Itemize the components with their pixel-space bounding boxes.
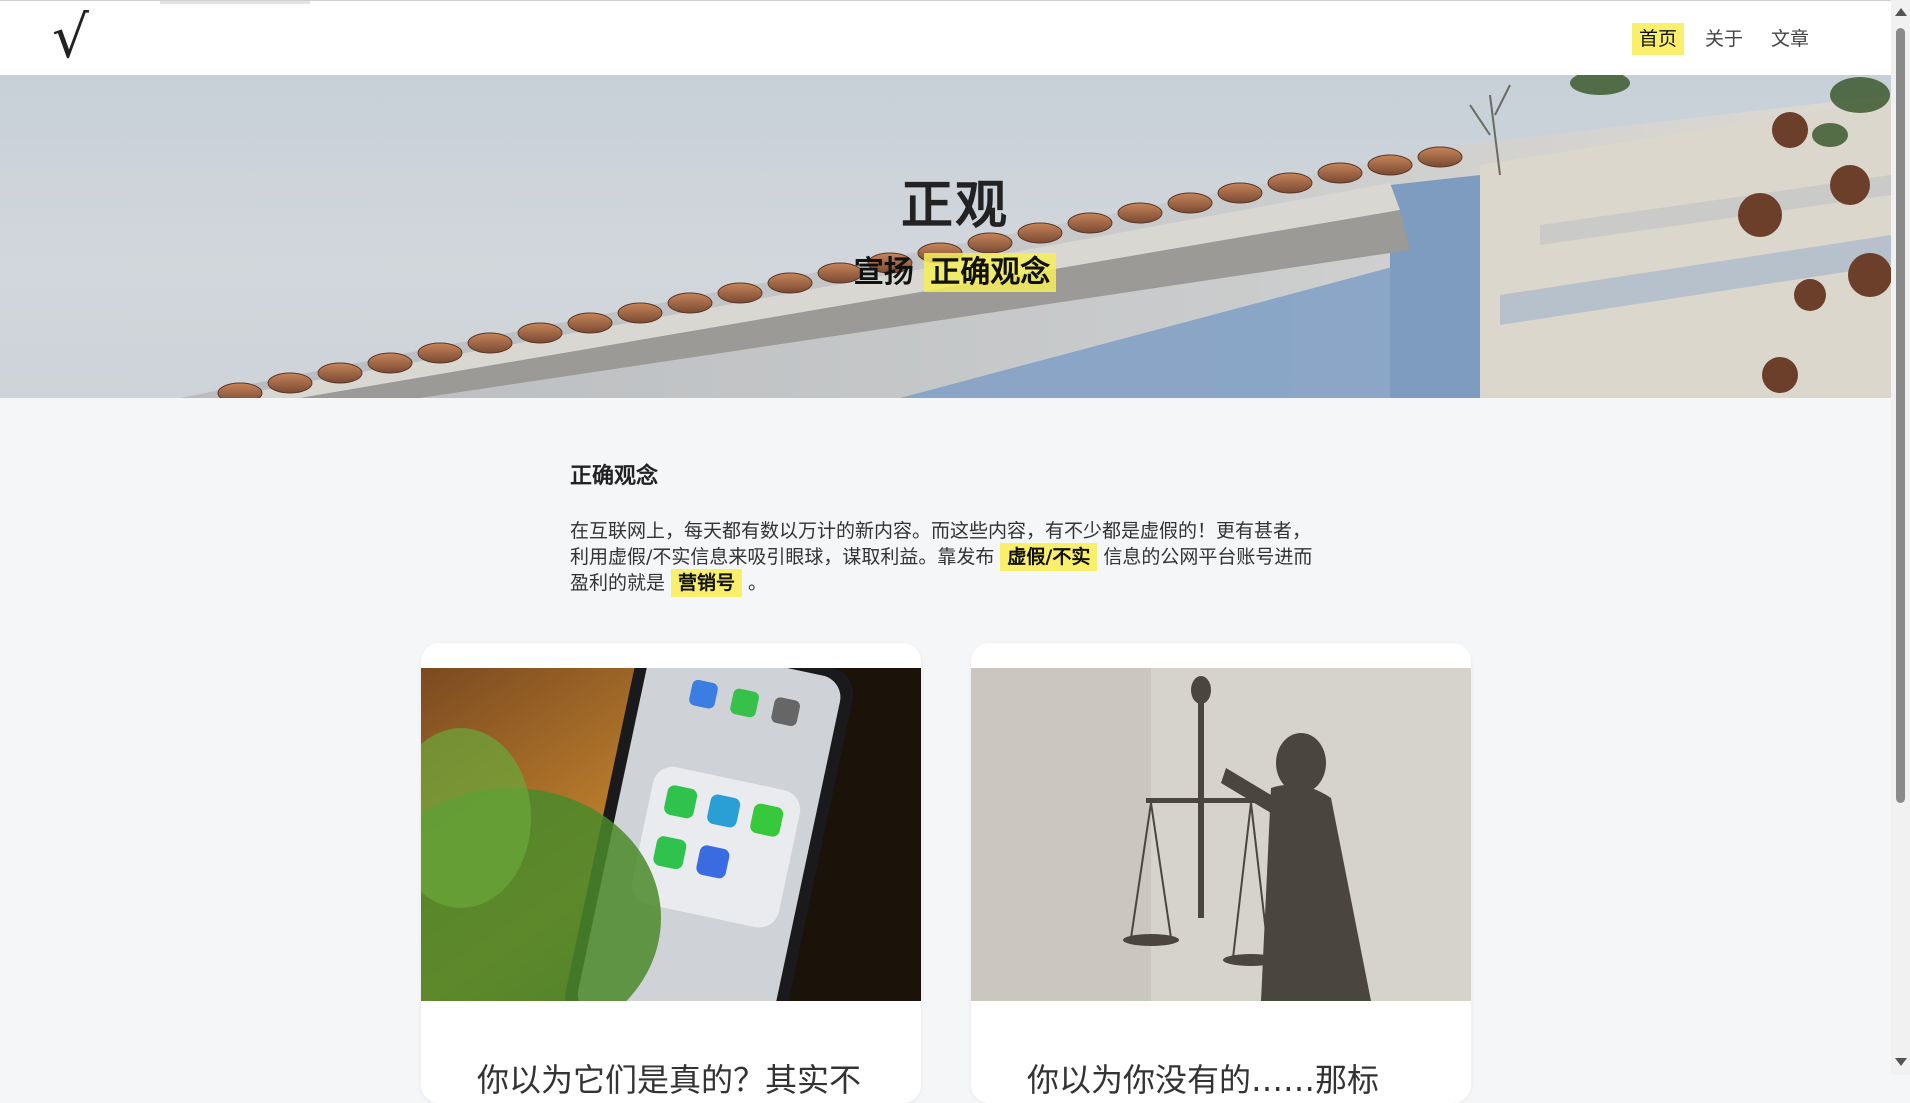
nav-about[interactable]: 关于 (1698, 23, 1750, 55)
loading-indicator (160, 1, 310, 4)
hero-subtitle: 宣扬 正确观念 (0, 247, 1891, 292)
scroll-up-icon[interactable] (1895, 8, 1907, 16)
nav-articles[interactable]: 文章 (1764, 23, 1816, 55)
hero-subtitle-prefix: 宣扬 (853, 255, 914, 290)
article-card[interactable]: 你以为它们是真的？其实不 (421, 643, 921, 1103)
highlight-false-info: 虚假/不实 (1000, 543, 1098, 571)
intro-paragraph: 在互联网上，每天都有数以万计的新内容。而这些内容，有不少都是虚假的！更有甚者，利… (570, 518, 1320, 597)
phone-apps-image (421, 668, 921, 1001)
intro-text-3: 。 (748, 572, 768, 594)
card-title[interactable]: 你以为你没有的……那标 (1027, 1055, 1379, 1101)
page-scrollbar[interactable] (1891, 0, 1910, 1075)
top-nav-bar: √ 首页 关于 文章 (0, 0, 1891, 75)
hero-subtitle-highlight: 正确观念 (924, 253, 1057, 292)
hero-title: 正观 (900, 176, 1009, 236)
site-logo[interactable]: √ (52, 5, 89, 69)
card-title[interactable]: 你以为它们是真的？其实不 (477, 1055, 861, 1101)
scroll-down-icon[interactable] (1895, 1058, 1907, 1066)
nav-home[interactable]: 首页 (1631, 23, 1684, 55)
highlight-marketing-account: 营销号 (671, 569, 743, 597)
hero-banner: 正观 宣扬 正确观念 (0, 75, 1891, 398)
main-nav: 首页 关于 文章 (1631, 23, 1816, 55)
intro-section: 正确观念 在互联网上，每天都有数以万计的新内容。而这些内容，有不少都是虚假的！更… (570, 458, 1320, 597)
scroll-thumb[interactable] (1896, 28, 1905, 803)
justice-statue-image (971, 668, 1471, 1001)
article-card[interactable]: 你以为你没有的……那标 (971, 643, 1471, 1103)
intro-heading: 正确观念 (570, 464, 659, 489)
